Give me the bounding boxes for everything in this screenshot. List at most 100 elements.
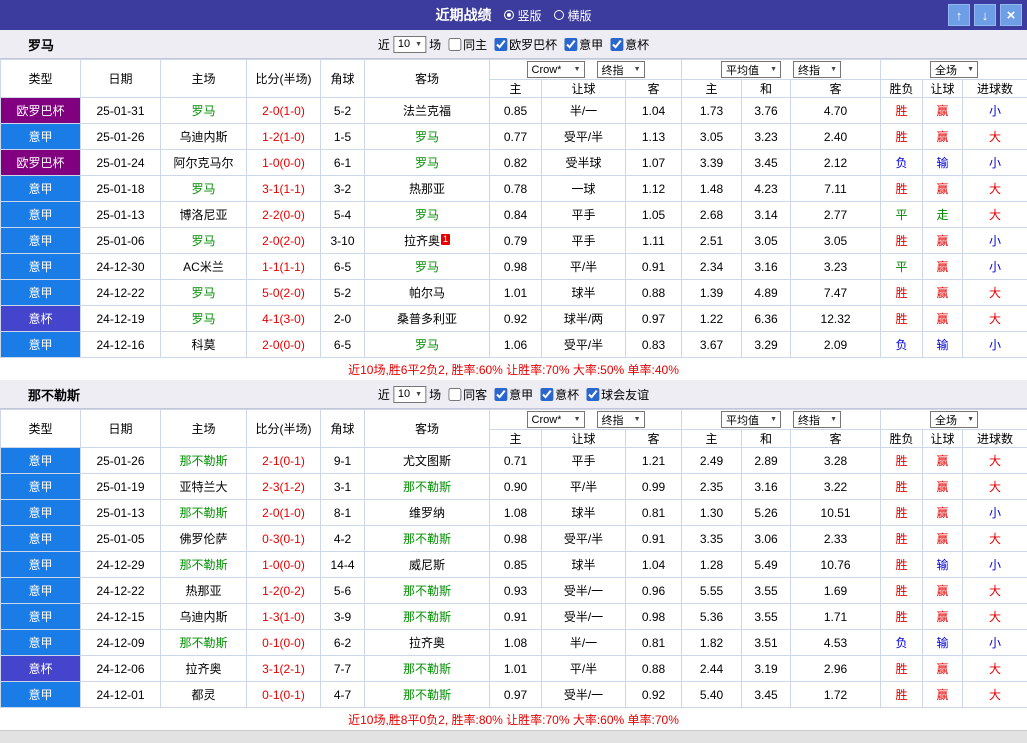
avg-home-cell: 2.68 bbox=[682, 202, 742, 228]
away-team-name: 帕尔马 bbox=[409, 286, 445, 300]
avg-home-cell: 1.39 bbox=[682, 280, 742, 306]
handicap-result-cell: 赢 bbox=[923, 124, 963, 150]
goals-result-cell: 大 bbox=[963, 280, 1027, 306]
handicap-cell: 平/半 bbox=[542, 254, 626, 280]
sections-container: 罗马近10▼场同主欧罗巴杯意甲意杯类型日期主场比分(半场)角球客场Crow*▼终… bbox=[0, 30, 1027, 730]
goals-result-cell: 大 bbox=[963, 448, 1027, 474]
match-count-select[interactable]: 10▼ bbox=[393, 386, 426, 403]
corner-cell: 3-10 bbox=[321, 228, 365, 254]
filter-checkbox[interactable]: 欧罗巴杯 bbox=[494, 36, 557, 53]
final-index-select[interactable]: 终指▼ bbox=[793, 61, 841, 78]
select-value: 10 bbox=[398, 38, 410, 50]
away-team-name: 罗马 bbox=[415, 260, 439, 274]
average-select[interactable]: 平均值▼ bbox=[721, 411, 781, 428]
handicap-result-cell: 赢 bbox=[923, 98, 963, 124]
home-odds-cell: 0.85 bbox=[490, 98, 542, 124]
red-card-badge: 1 bbox=[441, 234, 450, 245]
filter-checkbox-input[interactable] bbox=[448, 38, 461, 51]
avg-home-cell: 1.48 bbox=[682, 176, 742, 202]
odds-company-select[interactable]: Crow*▼ bbox=[527, 61, 585, 78]
handicap-cell: 球半 bbox=[542, 500, 626, 526]
column-header: 进球数 bbox=[963, 430, 1027, 448]
filter-checkbox-input[interactable] bbox=[586, 388, 599, 401]
near-label: 近 bbox=[378, 386, 390, 403]
move-down-button[interactable]: ↓ bbox=[974, 4, 996, 26]
goals-result-cell: 大 bbox=[963, 682, 1027, 708]
date-cell: 24-12-01 bbox=[81, 682, 161, 708]
odds-company-select[interactable]: Crow*▼ bbox=[527, 411, 585, 428]
filter-checkbox-input[interactable] bbox=[494, 388, 507, 401]
away-odds-cell: 0.81 bbox=[626, 630, 682, 656]
near-label: 近 bbox=[378, 36, 390, 53]
filter-checkbox-input[interactable] bbox=[610, 38, 623, 51]
avg-away-cell: 4.53 bbox=[791, 630, 881, 656]
avg-away-cell: 1.71 bbox=[791, 604, 881, 630]
filter-checkbox[interactable]: 球会友谊 bbox=[586, 386, 649, 403]
away-odds-cell: 1.21 bbox=[626, 448, 682, 474]
home-odds-cell: 0.91 bbox=[490, 604, 542, 630]
filter-checkbox-input[interactable] bbox=[448, 388, 461, 401]
view-mode-vertical[interactable]: 竖版 bbox=[503, 7, 541, 24]
average-header: 平均值▼ 终指▼ bbox=[682, 60, 881, 80]
horizontal-scrollbar[interactable] bbox=[0, 730, 1027, 743]
checkbox-label: 同客 bbox=[463, 386, 487, 403]
avg-home-cell: 2.49 bbox=[682, 448, 742, 474]
home-odds-cell: 1.06 bbox=[490, 332, 542, 358]
goals-result-cell: 小 bbox=[963, 98, 1027, 124]
chevron-down-icon: ▼ bbox=[415, 41, 422, 48]
away-team-name: 罗马 bbox=[415, 156, 439, 170]
match-row: 意甲24-12-29那不勒斯1-0(0-0)14-4威尼斯0.85球半1.041… bbox=[1, 552, 1027, 578]
competition-type-cell: 意杯 bbox=[1, 306, 81, 332]
filter-checkbox[interactable]: 同客 bbox=[448, 386, 487, 403]
result-cell: 胜 bbox=[881, 604, 923, 630]
competition-type-cell: 意甲 bbox=[1, 228, 81, 254]
competition-type-cell: 意甲 bbox=[1, 448, 81, 474]
full-match-select[interactable]: 全场▼ bbox=[930, 411, 978, 428]
average-header: 平均值▼ 终指▼ bbox=[682, 410, 881, 430]
move-up-button[interactable]: ↑ bbox=[948, 4, 970, 26]
score-cell: 1-3(1-0) bbox=[247, 604, 321, 630]
close-button[interactable]: × bbox=[1000, 4, 1022, 26]
filter-checkbox[interactable]: 意杯 bbox=[610, 36, 649, 53]
odds-company-header: Crow*▼ 终指▼ bbox=[490, 410, 682, 430]
home-team-cell: 佛罗伦萨 bbox=[161, 526, 247, 552]
final-index-select[interactable]: 终指▼ bbox=[793, 411, 841, 428]
result-cell: 胜 bbox=[881, 176, 923, 202]
home-team-cell: 博洛尼亚 bbox=[161, 202, 247, 228]
corner-cell: 3-1 bbox=[321, 474, 365, 500]
match-count-select[interactable]: 10 ▼ bbox=[393, 36, 426, 53]
score-cell: 1-1(1-1) bbox=[247, 254, 321, 280]
average-select[interactable]: 平均值▼ bbox=[721, 61, 781, 78]
team-section-header: 那不勒斯近10▼场同客意甲意杯球会友谊 bbox=[0, 380, 1027, 409]
date-cell: 25-01-26 bbox=[81, 124, 161, 150]
filter-checkbox-input[interactable] bbox=[494, 38, 507, 51]
column-header: 进球数 bbox=[963, 80, 1027, 98]
final-index-select[interactable]: 终指▼ bbox=[597, 411, 645, 428]
final-index-select[interactable]: 终指▼ bbox=[597, 61, 645, 78]
select-value: 终指 bbox=[798, 62, 820, 78]
home-team-cell: AC米兰 bbox=[161, 254, 247, 280]
away-odds-cell: 0.92 bbox=[626, 682, 682, 708]
view-mode-horizontal[interactable]: 横版 bbox=[554, 7, 592, 24]
handicap-cell: 受半/一 bbox=[542, 682, 626, 708]
corner-cell: 1-5 bbox=[321, 124, 365, 150]
away-odds-cell: 1.05 bbox=[626, 202, 682, 228]
home-team-cell: 罗马 bbox=[161, 280, 247, 306]
date-cell: 24-12-29 bbox=[81, 552, 161, 578]
filter-checkbox-input[interactable] bbox=[540, 388, 553, 401]
result-cell: 胜 bbox=[881, 448, 923, 474]
filter-checkbox[interactable]: 意甲 bbox=[564, 36, 603, 53]
away-odds-cell: 0.91 bbox=[626, 254, 682, 280]
full-match-select[interactable]: 全场▼ bbox=[930, 61, 978, 78]
filter-checkbox-input[interactable] bbox=[564, 38, 577, 51]
avg-away-cell: 2.40 bbox=[791, 124, 881, 150]
away-team-name: 拉齐奥 bbox=[409, 636, 445, 650]
avg-draw-cell: 3.23 bbox=[742, 124, 791, 150]
filter-checkbox[interactable]: 同主 bbox=[448, 36, 487, 53]
home-odds-cell: 0.79 bbox=[490, 228, 542, 254]
filter-checkbox[interactable]: 意杯 bbox=[540, 386, 579, 403]
filter-checkbox[interactable]: 意甲 bbox=[494, 386, 533, 403]
column-header: 客 bbox=[626, 80, 682, 98]
avg-home-cell: 5.36 bbox=[682, 604, 742, 630]
home-team-cell: 罗马 bbox=[161, 306, 247, 332]
